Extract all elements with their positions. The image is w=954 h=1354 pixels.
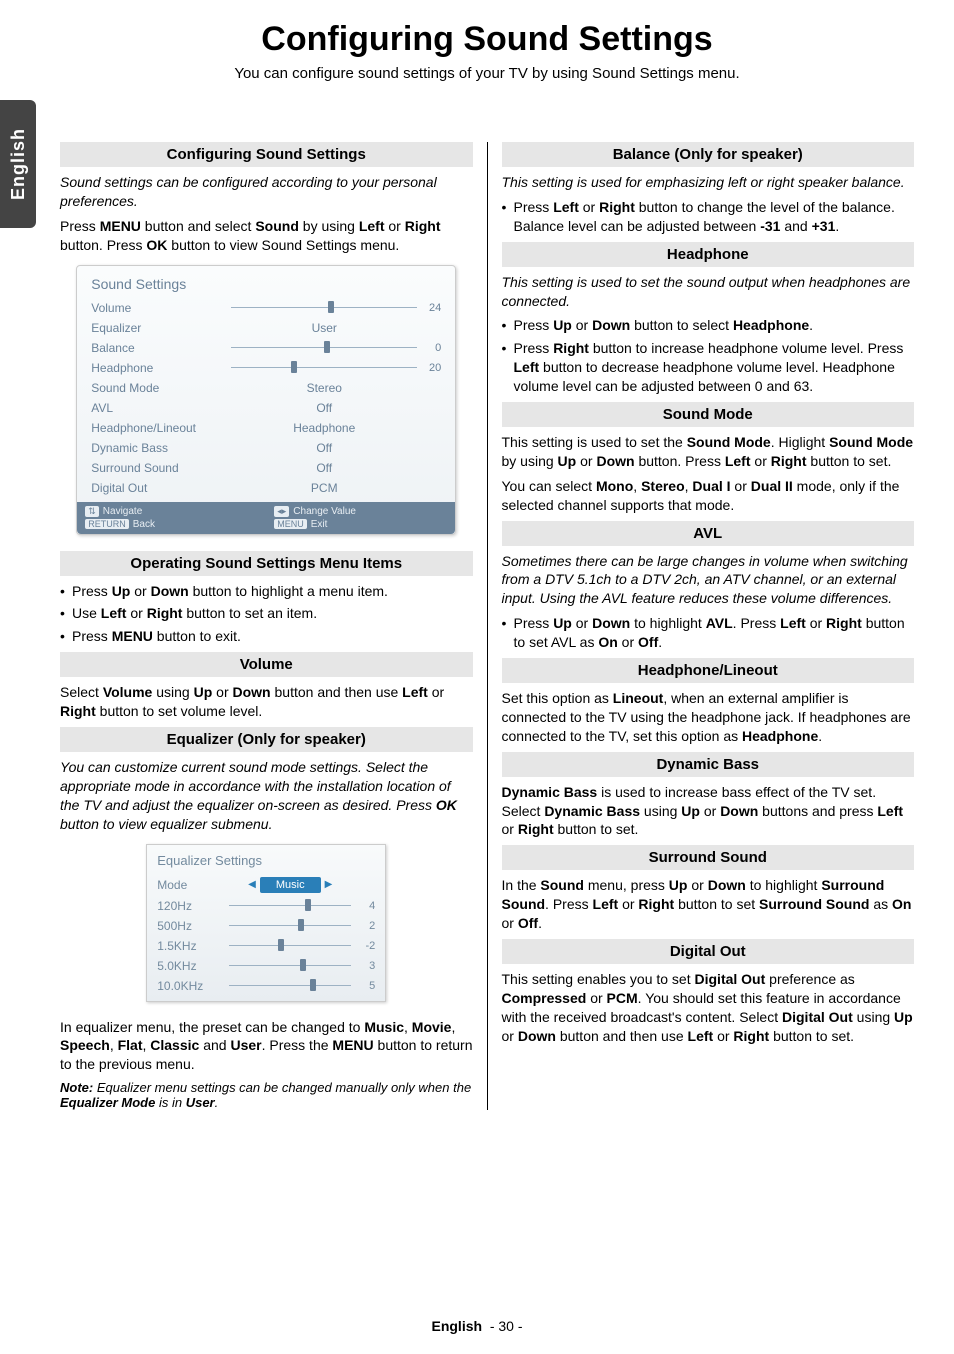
- page-content: Configuring Sound Settings You can confi…: [0, 0, 954, 1110]
- osd-label: Volume: [91, 301, 231, 315]
- osd-row-dbass: Dynamic BassOff: [77, 438, 455, 458]
- lr-arrows-icon: ◂▸: [274, 506, 289, 517]
- operating-bullets: Press Up or Down button to highlight a m…: [60, 582, 473, 647]
- section-volume: Volume: [60, 652, 473, 677]
- volume-text: Select Volume using Up or Down button an…: [60, 683, 473, 721]
- osd2-header: Equalizer Settings: [147, 845, 385, 874]
- left-arrow-icon: ◀: [244, 879, 260, 890]
- mode-chip: Music: [260, 877, 321, 893]
- right-column: Balance (Only for speaker) This setting …: [502, 142, 915, 1110]
- osd2-row: 500Hz2: [147, 916, 385, 936]
- osd2-row: 1.5KHz-2: [147, 936, 385, 956]
- osd-row-avl: AVLOff: [77, 398, 455, 418]
- sound-settings-osd: Sound Settings Volume 24 EqualizerUser B…: [76, 265, 456, 535]
- configuring-intro: Sound settings can be configured accordi…: [60, 173, 473, 211]
- page-title: Configuring Sound Settings: [60, 20, 914, 59]
- osd2-row: 120Hz4: [147, 896, 385, 916]
- osd-row-soundmode: Sound ModeStereo: [77, 378, 455, 398]
- language-tab-label: English: [8, 128, 29, 200]
- section-hplineout: Headphone/Lineout: [502, 658, 915, 683]
- section-equalizer: Equalizer (Only for speaker): [60, 727, 473, 752]
- section-surround: Surround Sound: [502, 845, 915, 870]
- page-subtitle: You can configure sound settings of your…: [60, 65, 914, 82]
- equalizer-note: Note: Equalizer menu settings can be cha…: [60, 1080, 473, 1110]
- osd-row-balance: Balance 0: [77, 338, 455, 358]
- page-footer: English - 30 -: [0, 1318, 954, 1334]
- equalizer-presets: In equalizer menu, the preset can be cha…: [60, 1018, 473, 1075]
- digitalout-text: This setting enables you to set Digital …: [502, 970, 915, 1046]
- dbass-text: Dynamic Bass is used to increase bass ef…: [502, 783, 915, 840]
- osd-header: Sound Settings: [77, 266, 455, 298]
- osd-footer: ⇅Navigate RETURNBack ◂▸Change Value MENU…: [77, 502, 455, 534]
- slider-thumb: [328, 301, 334, 313]
- soundmode-p2: You can select Mono, Stereo, Dual I or D…: [502, 477, 915, 515]
- equalizer-osd: Equalizer Settings Mode ◀Music▶ 120Hz4 5…: [146, 844, 386, 1002]
- section-digitalout: Digital Out: [502, 939, 915, 964]
- osd2-row: 5.0KHz3: [147, 956, 385, 976]
- return-badge: RETURN: [85, 519, 129, 529]
- language-tab: English: [0, 100, 36, 228]
- osd-row-digital: Digital OutPCM: [77, 478, 455, 498]
- column-divider: [487, 142, 488, 1110]
- section-configuring: Configuring Sound Settings: [60, 142, 473, 167]
- section-avl: AVL: [502, 521, 915, 546]
- balance-bullets: Press Left or Right button to change the…: [502, 198, 915, 236]
- list-item: Press Left or Right button to change the…: [502, 198, 915, 236]
- osd-row-surround: Surround SoundOff: [77, 458, 455, 478]
- section-headphone: Headphone: [502, 242, 915, 267]
- avl-intro: Sometimes there can be large changes in …: [502, 552, 915, 609]
- osd-value: 24: [417, 302, 441, 314]
- list-item: Press Up or Down to highlight AVL. Press…: [502, 614, 915, 652]
- hplineout-text: Set this option as Lineout, when an exte…: [502, 689, 915, 746]
- section-operating: Operating Sound Settings Menu Items: [60, 551, 473, 576]
- osd2-row: 10.0KHz5: [147, 976, 385, 1001]
- avl-bullets: Press Up or Down to highlight AVL. Press…: [502, 614, 915, 652]
- list-item: Press MENU button to exit.: [60, 627, 473, 646]
- osd-row-equalizer: EqualizerUser: [77, 318, 455, 338]
- surround-text: In the Sound menu, press Up or Down to h…: [502, 876, 915, 933]
- slider-track: [231, 307, 417, 308]
- list-item: Press Right button to increase headphone…: [502, 339, 915, 396]
- list-item: Press Up or Down button to highlight a m…: [60, 582, 473, 601]
- right-arrow-icon: ▶: [321, 879, 337, 890]
- osd-row-volume: Volume 24: [77, 298, 455, 318]
- osd-row-headphone: Headphone 20: [77, 358, 455, 378]
- equalizer-intro: You can customize current sound mode set…: [60, 758, 473, 834]
- menu-badge: MENU: [274, 519, 307, 529]
- configuring-instructions: Press MENU button and select Sound by us…: [60, 217, 473, 255]
- osd2-row-mode: Mode ◀Music▶: [147, 874, 385, 896]
- section-balance: Balance (Only for speaker): [502, 142, 915, 167]
- balance-intro: This setting is used for emphasizing lef…: [502, 173, 915, 192]
- list-item: Press Up or Down button to select Headph…: [502, 316, 915, 335]
- soundmode-p1: This setting is used to set the Sound Mo…: [502, 433, 915, 471]
- left-column: Configuring Sound Settings Sound setting…: [60, 142, 473, 1110]
- headphone-intro: This setting is used to set the sound ou…: [502, 273, 915, 311]
- headphone-bullets: Press Up or Down button to select Headph…: [502, 316, 915, 396]
- nav-arrows-icon: ⇅: [85, 506, 99, 517]
- section-dbass: Dynamic Bass: [502, 752, 915, 777]
- section-soundmode: Sound Mode: [502, 402, 915, 427]
- osd-row-hpline: Headphone/LineoutHeadphone: [77, 418, 455, 438]
- list-item: Use Left or Right button to set an item.: [60, 604, 473, 623]
